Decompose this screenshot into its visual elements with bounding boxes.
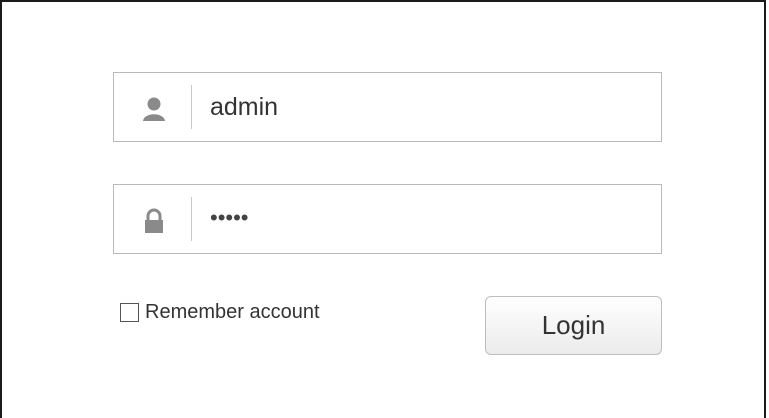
user-icon	[140, 95, 168, 123]
checkbox-box[interactable]	[120, 302, 139, 322]
remember-account-checkbox[interactable]: Remember account	[120, 300, 320, 324]
username-value[interactable]: admin	[210, 73, 278, 141]
login-panel: admin ••••• Remember account Login	[0, 0, 766, 418]
login-button[interactable]: Login	[485, 296, 662, 355]
field-divider	[191, 197, 192, 241]
lock-icon	[140, 207, 168, 235]
password-field[interactable]: •••••	[113, 184, 662, 254]
username-field[interactable]: admin	[113, 72, 662, 142]
password-value[interactable]: •••••	[210, 185, 249, 253]
remember-account-label: Remember account	[145, 301, 320, 323]
field-divider	[191, 85, 192, 129]
